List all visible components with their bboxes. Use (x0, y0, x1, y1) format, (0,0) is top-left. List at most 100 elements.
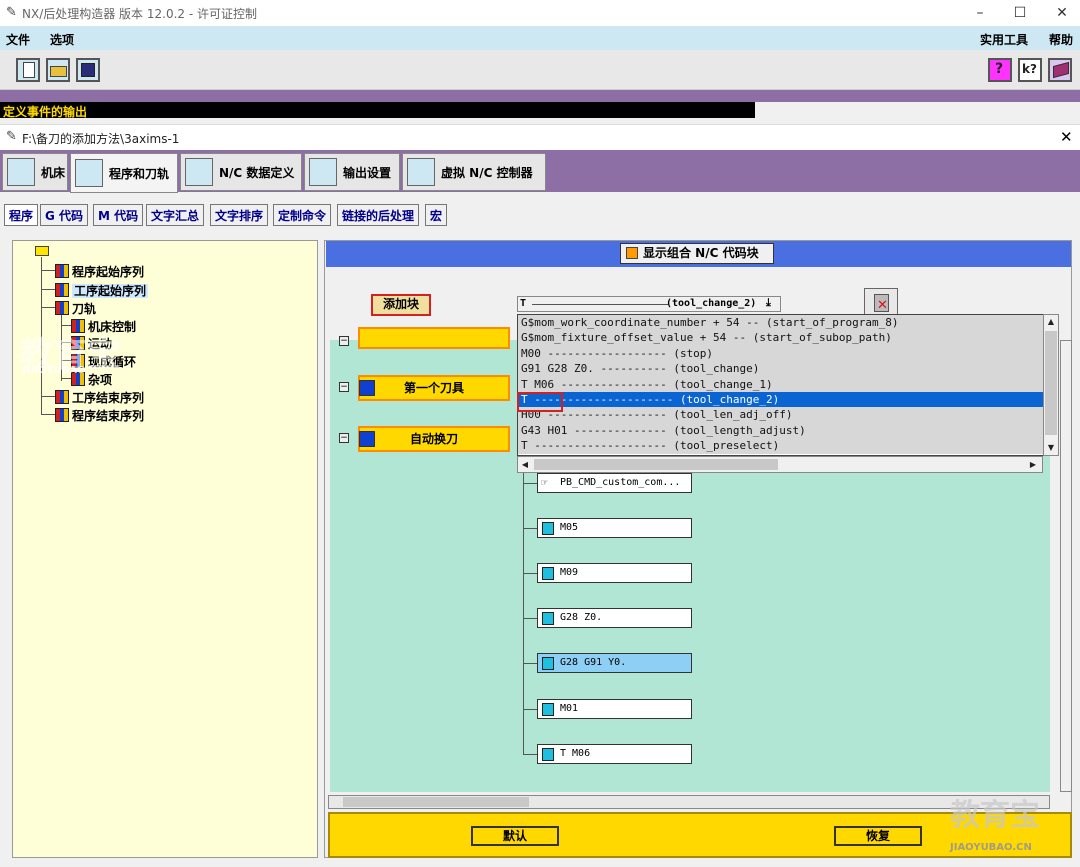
tree-item-label: 程序起始序列 (72, 265, 145, 279)
dropdown-item[interactable]: M00 ------------------ (stop) (518, 345, 1044, 362)
block-cube-icon (542, 522, 554, 535)
dropdown-item-selected[interactable]: T --------------------- (tool_change_2) (518, 391, 1044, 408)
tree-item-program-start[interactable]: 程序起始序列 (55, 263, 144, 280)
tree-line (41, 307, 55, 308)
tab-virtual-nc[interactable]: 虚拟 N/C 控制器 (402, 153, 546, 191)
event-block-auto-tool-change[interactable]: 自动换刀 (358, 426, 510, 452)
close-button[interactable]: ✕ (1052, 4, 1072, 22)
block-cube-icon (542, 612, 554, 625)
tree-item-operation-start[interactable]: 工序起始序列 (55, 282, 149, 299)
subtab-word-sequence[interactable]: 文字排序 (210, 204, 269, 226)
dialog-close-button[interactable]: ✕ (1060, 128, 1073, 146)
tree-item-label: 刀轨 (72, 302, 97, 316)
show-combined-nc-button[interactable]: 显示组合 N/C 代码块 (620, 243, 774, 264)
nc-block-g28-z0[interactable]: G28 Z0. (537, 608, 692, 628)
menu-utilities[interactable]: 实用工具 (980, 31, 1028, 48)
scroll-thumb[interactable] (343, 797, 529, 807)
dropdown-item[interactable]: T M06 ---------------- (tool_change_1) (518, 376, 1044, 392)
dropdown-horizontal-scrollbar[interactable]: ◀ ▶ (517, 456, 1043, 473)
default-button[interactable]: 默认 (471, 826, 559, 846)
tab-program-toolpath[interactable]: 程序和刀轨 (70, 153, 178, 193)
dropdown-item[interactable]: T -------------------- (tool_preselect) (518, 438, 1044, 454)
sequence-icon (55, 264, 69, 278)
block-template-list[interactable]: G$mom_work_coordinate_number + 54 -- (st… (517, 314, 1045, 456)
dropdown-item[interactable]: G43 H01 -------------- (tool_length_adju… (518, 422, 1044, 439)
subtab-m-code[interactable]: M 代码 (93, 204, 144, 226)
dropdown-item[interactable]: G$mom_fixture_offset_value + 54 -- (star… (518, 330, 1044, 346)
tree-line (523, 709, 537, 710)
nc-block-m01[interactable]: M01 (537, 699, 692, 719)
nc-block-g28-g91-y0[interactable]: G28 G91 Y0. (537, 653, 692, 673)
scroll-thumb[interactable] (534, 459, 778, 470)
subtab-linked-post[interactable]: 链接的后处理 (337, 204, 420, 226)
nc-block-m09[interactable]: M09 (537, 563, 692, 583)
scroll-up-icon[interactable]: ▲ (1044, 315, 1058, 329)
folder-icon (35, 246, 49, 256)
scroll-thumb[interactable] (1045, 331, 1057, 435)
event-block-hidden[interactable] (358, 327, 510, 349)
event-block-first-tool[interactable]: 第一个刀具 (358, 375, 510, 401)
collapse-toggle[interactable]: − (339, 382, 349, 392)
whats-this-button[interactable]: k? (1018, 58, 1042, 82)
nc-block-m05[interactable]: M05 (537, 518, 692, 538)
new-file-button[interactable] (16, 58, 40, 82)
menu-options[interactable]: 选项 (50, 31, 74, 48)
show-combined-label: 显示组合 N/C 代码块 (643, 246, 759, 260)
scroll-down-icon[interactable]: ▼ (1044, 441, 1058, 455)
context-help-button[interactable]: ? (988, 58, 1012, 82)
toolbar: ? k? (0, 50, 1080, 90)
tree-item-program-end[interactable]: 程序结束序列 (55, 407, 144, 424)
add-block-button[interactable]: 添加块 (371, 294, 431, 316)
tab-label: 虚拟 N/C 控制器 (441, 165, 533, 180)
scroll-left-icon[interactable]: ◀ (518, 458, 532, 472)
tree-line (41, 396, 55, 397)
nc-block-custom-command[interactable]: ☞ PB_CMD_custom_com... (537, 473, 692, 493)
block-template-combo[interactable]: T (tool_change_2) ⤓ (517, 296, 781, 312)
subtab-macro[interactable]: 宏 (425, 204, 448, 226)
menu-bar: 文件 选项 实用工具 帮助 (0, 26, 1080, 50)
tab-machine[interactable]: 机床 (2, 153, 68, 191)
scroll-right-icon[interactable]: ▶ (1026, 458, 1040, 472)
tab-nc-data[interactable]: N/C 数据定义 (180, 153, 302, 191)
nc-block-t-m06[interactable]: T M06 (537, 744, 692, 764)
subtab-program[interactable]: 程序 (4, 204, 39, 226)
canvas-horizontal-scrollbar[interactable] (328, 795, 1050, 809)
open-folder-icon (50, 66, 67, 77)
canvas-vertical-scrollbar[interactable] (1060, 340, 1072, 792)
subtab-custom-command[interactable]: 定制命令 (273, 204, 332, 226)
open-file-button[interactable] (46, 58, 70, 82)
tree-line (61, 325, 71, 326)
dropdown-vertical-scrollbar[interactable]: ▲ ▼ (1043, 314, 1059, 456)
tree-item-label: 工序起始序列 (72, 284, 149, 298)
dropdown-item[interactable]: G91 G28 Z0. ---------- (tool_change) (518, 361, 1044, 377)
tree-line (523, 754, 537, 755)
feather-icon: ✎ (6, 129, 17, 144)
dropdown-item[interactable]: H00 ------------------ (tool_len_adj_off… (518, 407, 1044, 423)
tree-item-toolpath[interactable]: 刀轨 (55, 300, 96, 317)
collapse-toggle[interactable]: − (339, 336, 349, 346)
tree-line (523, 573, 537, 574)
dropdown-item[interactable]: G$mom_work_coordinate_number + 54 -- (st… (518, 315, 1044, 331)
subtab-word-summary[interactable]: 文字汇总 (146, 204, 205, 226)
subtab-g-code[interactable]: G 代码 (40, 204, 89, 226)
menu-file[interactable]: 文件 (6, 31, 30, 48)
event-output-label: 定义事件的输出 (3, 105, 88, 119)
nc-block-label: T M06 (560, 748, 591, 759)
combo-prefix: T (520, 298, 527, 309)
menu-help[interactable]: 帮助 (1049, 31, 1073, 48)
block-cube-icon (542, 657, 554, 670)
tab-label: 输出设置 (343, 165, 392, 180)
pointer-question-icon: k? (1022, 62, 1037, 76)
tree-item-operation-end[interactable]: 工序结束序列 (55, 389, 144, 406)
tab-output-settings[interactable]: 输出设置 (304, 153, 400, 191)
maximize-button[interactable]: ☐ (1010, 4, 1030, 22)
minimize-button[interactable]: – (970, 4, 990, 22)
show-combined-checkbox[interactable] (626, 247, 638, 259)
nc-block-label: M01 (560, 703, 579, 714)
save-button[interactable] (76, 58, 100, 82)
collapse-toggle[interactable]: − (339, 433, 349, 443)
block-cube-icon (542, 567, 554, 580)
restore-button[interactable]: 恢复 (834, 826, 922, 846)
dropdown-arrow-icon[interactable]: ⤓ (766, 296, 771, 310)
manual-button[interactable] (1048, 58, 1072, 82)
